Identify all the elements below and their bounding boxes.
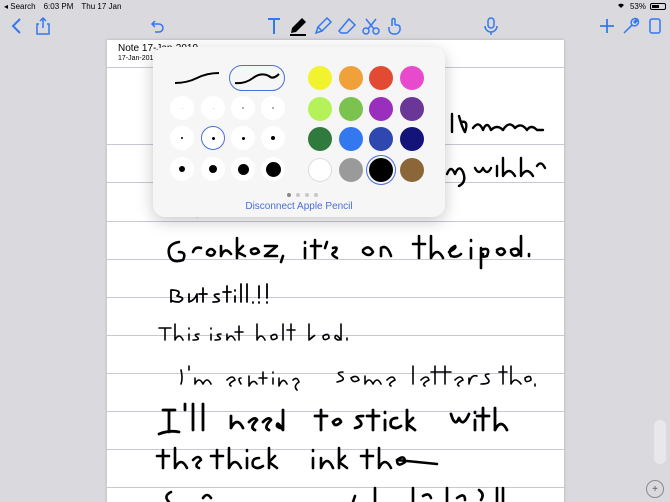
page-dot <box>287 193 291 197</box>
disconnect-pencil-button[interactable]: Disconnect Apple Pencil <box>153 201 445 212</box>
stroke-size-option[interactable] <box>261 126 285 150</box>
battery-percent: 53% <box>629 1 646 11</box>
back-to-app-link[interactable]: ◂ Search <box>4 2 36 11</box>
color-swatch-purple[interactable] <box>369 97 393 121</box>
stroke-size-option[interactable] <box>261 157 285 181</box>
color-swatch-orange[interactable] <box>339 66 363 90</box>
color-swatch-lime[interactable] <box>308 97 332 121</box>
palette-page-indicator[interactable] <box>287 193 318 197</box>
text-tool-icon[interactable] <box>263 15 285 37</box>
pen-settings-popover: Disconnect Apple Pencil <box>153 47 445 217</box>
color-swatch-blue[interactable] <box>339 127 363 151</box>
stroke-size-option[interactable] <box>231 157 255 181</box>
stroke-style-smooth[interactable] <box>169 65 225 91</box>
stroke-style-calligraphy[interactable] <box>229 65 285 91</box>
stroke-size-option[interactable] <box>231 126 255 150</box>
stroke-size-option[interactable] <box>170 126 194 150</box>
zoom-icon[interactable]: + <box>646 480 664 498</box>
battery-icon <box>650 2 666 10</box>
stroke-size-option[interactable] <box>170 96 194 120</box>
color-swatch-black[interactable] <box>369 158 393 182</box>
scroll-handle[interactable] <box>654 420 666 464</box>
back-app-label: Search <box>10 1 36 11</box>
color-swatch-dark-green[interactable] <box>308 127 332 151</box>
back-icon[interactable] <box>6 15 28 37</box>
color-swatch-red[interactable] <box>369 66 393 90</box>
pages-icon[interactable] <box>644 15 666 37</box>
stroke-size-option[interactable] <box>261 96 285 120</box>
stroke-size-option[interactable] <box>231 96 255 120</box>
eraser-icon[interactable] <box>336 15 358 37</box>
finger-icon[interactable] <box>383 15 405 37</box>
color-swatch-green[interactable] <box>339 97 363 121</box>
stroke-size-option-selected[interactable] <box>201 126 225 150</box>
highlighter-icon[interactable] <box>312 15 334 37</box>
color-swatch-yellow[interactable] <box>308 66 332 90</box>
color-swatch-gray[interactable] <box>339 158 363 182</box>
stroke-size-option[interactable] <box>201 96 225 120</box>
toolbar <box>0 12 670 40</box>
add-icon[interactable] <box>596 15 618 37</box>
status-time: 6:03 PM <box>43 1 74 11</box>
page-dot <box>314 193 318 197</box>
page-dot <box>296 193 300 197</box>
color-swatch-white[interactable] <box>308 158 332 182</box>
status-bar: ◂ Search 6:03 PM Thu 17 Jan 53% <box>0 0 670 12</box>
scissors-icon[interactable] <box>360 15 382 37</box>
color-swatch-brown[interactable] <box>400 158 424 182</box>
share-icon[interactable] <box>32 15 54 37</box>
color-swatch-navy[interactable] <box>400 127 424 151</box>
wrench-icon[interactable] <box>620 15 642 37</box>
color-swatch-magenta[interactable] <box>400 66 424 90</box>
color-swatch-dark-blue[interactable] <box>369 127 393 151</box>
stroke-size-option[interactable] <box>201 157 225 181</box>
page-dot <box>305 193 309 197</box>
microphone-icon[interactable] <box>480 15 502 37</box>
color-swatch-violet[interactable] <box>400 97 424 121</box>
stroke-size-option[interactable] <box>170 157 194 181</box>
wifi-icon <box>616 1 626 11</box>
undo-icon[interactable] <box>146 15 168 37</box>
status-date: Thu 17 Jan <box>81 1 122 11</box>
pen-tool-icon[interactable] <box>287 15 309 37</box>
